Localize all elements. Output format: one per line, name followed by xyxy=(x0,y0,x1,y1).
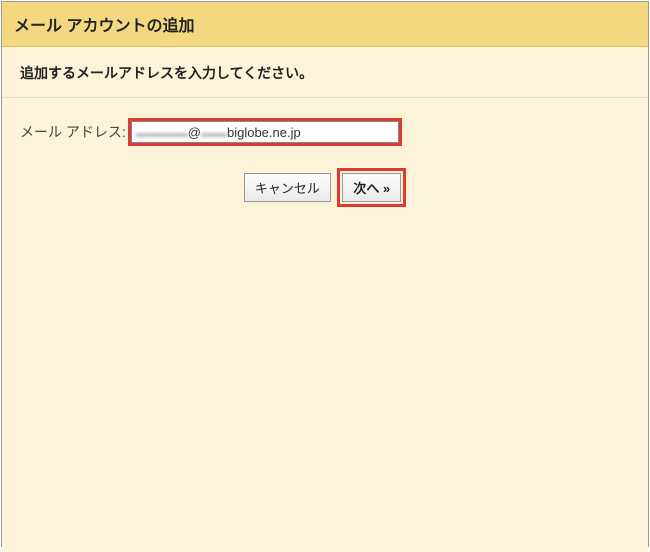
next-highlight: 次へ » xyxy=(337,168,406,207)
email-row: メール アドレス: ▬▬▬▬ @ ▬▬ biglobe.ne.jp xyxy=(20,118,630,146)
email-label: メール アドレス: xyxy=(20,122,126,142)
email-obscured-sub: ▬▬ xyxy=(201,125,227,140)
dialog-content: 追加するメールアドレスを入力してください。 メール アドレス: ▬▬▬▬ @ ▬… xyxy=(2,47,648,552)
email-at: @ xyxy=(188,125,201,140)
email-field[interactable]: ▬▬▬▬ @ ▬▬ biglobe.ne.jp xyxy=(131,121,399,143)
next-button[interactable]: 次へ » xyxy=(342,173,401,202)
email-domain: biglobe.ne.jp xyxy=(227,125,301,140)
cancel-button[interactable]: キャンセル xyxy=(244,173,331,202)
dialog-title: メール アカウントの追加 xyxy=(14,18,194,35)
email-highlight: ▬▬▬▬ @ ▬▬ biglobe.ne.jp xyxy=(128,118,402,146)
button-row: キャンセル 次へ » xyxy=(20,168,630,207)
instruction-text: 追加するメールアドレスを入力してください。 xyxy=(2,47,648,98)
form-area: メール アドレス: ▬▬▬▬ @ ▬▬ biglobe.ne.jp キャンセル … xyxy=(2,98,648,227)
dialog-container: メール アカウントの追加 追加するメールアドレスを入力してください。 メール ア… xyxy=(1,1,649,547)
email-obscured-user: ▬▬▬▬ xyxy=(136,125,188,140)
dialog-header: メール アカウントの追加 xyxy=(2,2,648,47)
